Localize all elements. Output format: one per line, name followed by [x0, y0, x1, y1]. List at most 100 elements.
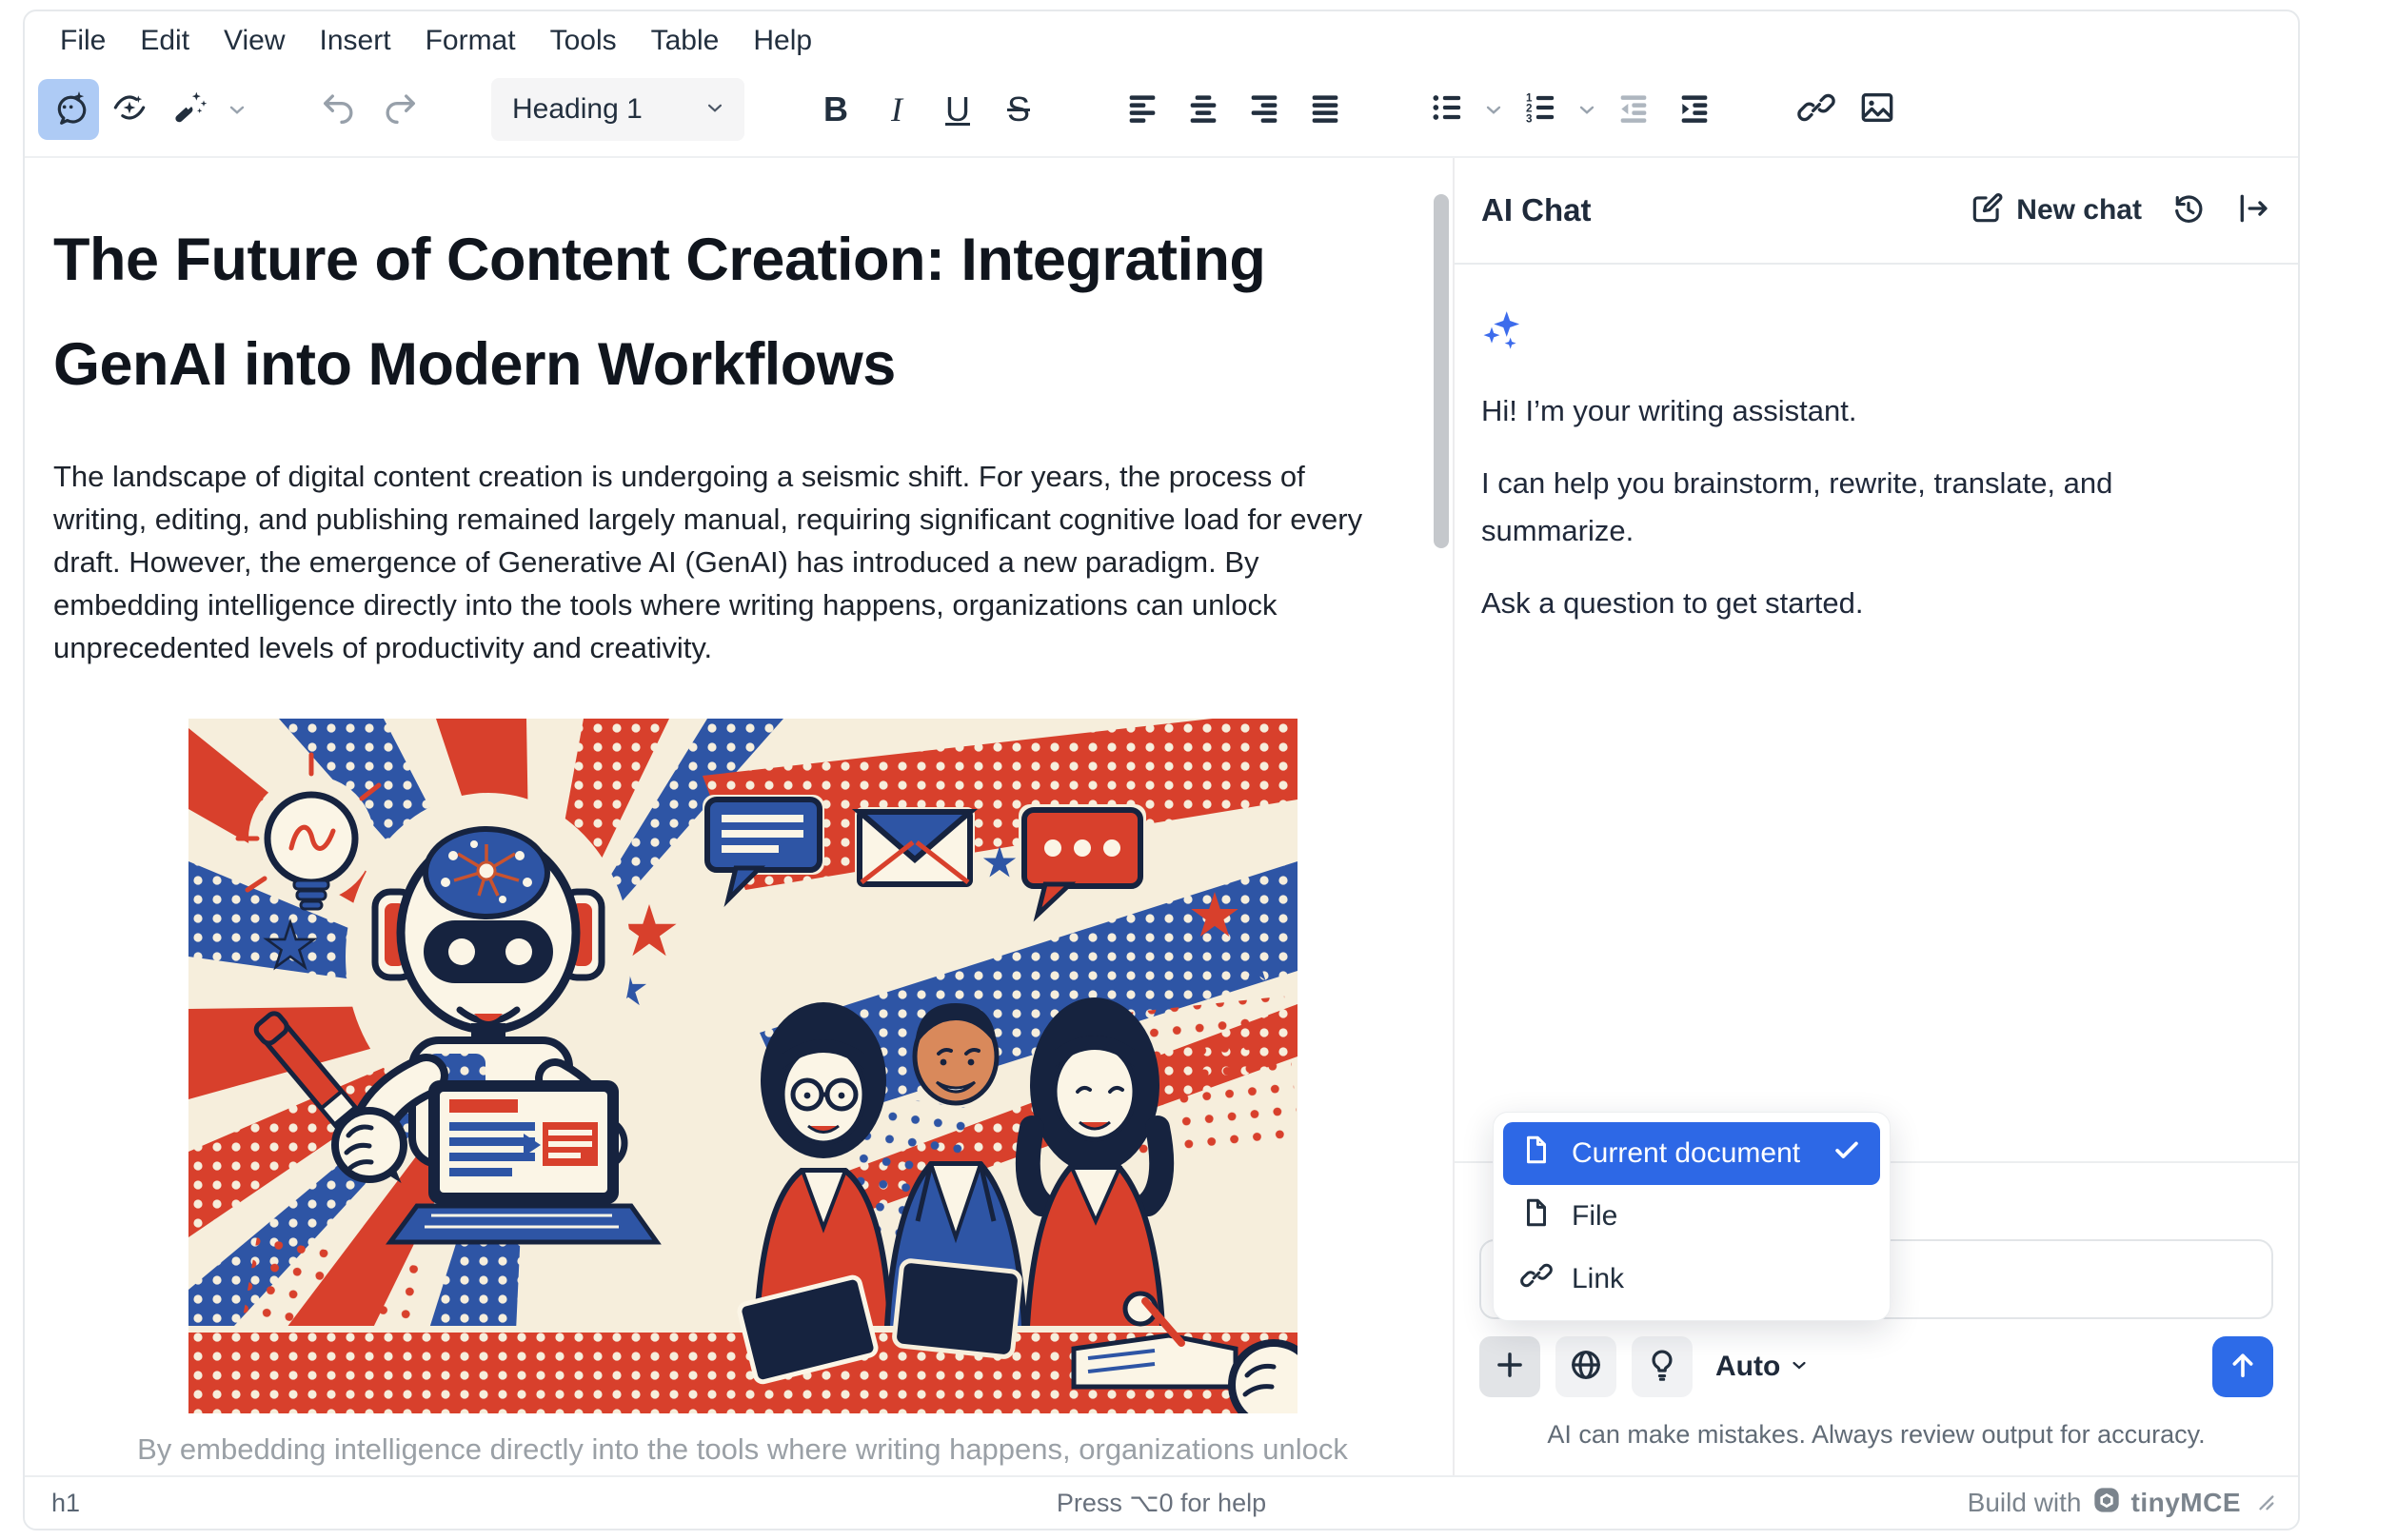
align-center-button[interactable] — [1173, 79, 1234, 140]
new-chat-label: New chat — [2016, 194, 2142, 227]
ai-chat-toggle-button[interactable] — [38, 79, 99, 140]
ai-chat-icon — [50, 89, 88, 131]
context-option-link[interactable]: Link — [1503, 1248, 1880, 1311]
arrow-up-icon — [2226, 1348, 2260, 1387]
check-icon — [1831, 1134, 1863, 1174]
link-button[interactable] — [1786, 79, 1847, 140]
bold-button[interactable]: B — [805, 79, 866, 140]
context-option-file[interactable]: File — [1503, 1185, 1880, 1248]
history-icon — [2170, 190, 2207, 231]
align-justify-button[interactable] — [1295, 79, 1356, 140]
align-justify-icon — [1306, 89, 1344, 131]
ai-sparkle-eye-icon — [110, 89, 149, 131]
indent-button[interactable] — [1664, 79, 1725, 140]
web-search-button[interactable] — [1555, 1336, 1616, 1397]
brand-name: tinyMCE — [2131, 1488, 2242, 1518]
ai-chat-header: AI Chat New chat — [1455, 158, 2298, 265]
statusbar: h1 Press ⌥0 for help Build with tinyMCE — [25, 1475, 2298, 1529]
brand-link[interactable]: Build with tinyMCE — [1968, 1485, 2241, 1522]
chevron-down-icon — [703, 95, 727, 125]
lightbulb-icon — [1644, 1347, 1680, 1388]
new-chat-icon — [1969, 190, 2005, 231]
chat-actions: Auto — [1479, 1336, 2273, 1397]
brand-prefix: Build with — [1968, 1488, 2082, 1518]
block-format-select[interactable]: Heading 1 — [491, 78, 744, 141]
align-left-button[interactable] — [1112, 79, 1173, 140]
image-icon — [1858, 89, 1896, 131]
editor-main: The Future of Content Creation: Integrat… — [25, 156, 2298, 1475]
model-label: Auto — [1715, 1351, 1780, 1383]
ai-chat-title: AI Chat — [1481, 192, 1940, 228]
menu-help[interactable]: Help — [739, 17, 826, 65]
redo-icon — [381, 89, 419, 131]
assistant-message: Hi! I’m your writing assistant. — [1481, 387, 2271, 435]
ai-chat-messages: Hi! I’m your writing assistant. I can he… — [1455, 265, 2298, 627]
bullet-list-menu-chevron[interactable] — [1477, 79, 1510, 140]
menu-table[interactable]: Table — [637, 17, 734, 65]
magic-wand-icon — [171, 89, 209, 131]
file-icon — [1520, 1196, 1553, 1236]
ai-chat-sidebar: AI Chat New chat Hi! I’m your writing as… — [1453, 158, 2298, 1475]
ai-shortcuts-button[interactable] — [99, 79, 160, 140]
magic-wand-button[interactable] — [160, 79, 221, 140]
bullet-list-icon — [1428, 89, 1466, 131]
add-context-menu: Current document File Link — [1493, 1112, 1891, 1321]
send-button[interactable] — [2212, 1336, 2273, 1397]
insert-image-button[interactable] — [1847, 79, 1908, 140]
assistant-message: Ask a question to get started. — [1481, 580, 2271, 627]
tinymce-logo-icon — [2091, 1485, 2122, 1522]
context-option-label: Current document — [1572, 1137, 1800, 1170]
envelope-motif — [855, 807, 975, 889]
chat-history-button[interactable] — [2170, 190, 2207, 231]
menu-edit[interactable]: Edit — [126, 17, 204, 65]
italic-button[interactable]: I — [866, 79, 927, 140]
context-option-label: File — [1572, 1200, 1617, 1233]
document-edit-area[interactable]: The Future of Content Creation: Integrat… — [25, 158, 1432, 1475]
suggestions-button[interactable] — [1632, 1336, 1693, 1397]
strikethrough-button[interactable]: S — [988, 79, 1049, 140]
undo-icon — [320, 89, 358, 131]
toolbar: Heading 1 B I U S 123 — [25, 65, 2298, 154]
close-sidebar-button[interactable] — [2235, 190, 2271, 231]
indent-icon — [1675, 89, 1714, 131]
block-format-label: Heading 1 — [512, 93, 703, 126]
menu-view[interactable]: View — [209, 17, 299, 65]
menu-file[interactable]: File — [46, 17, 120, 65]
bullet-list-button[interactable] — [1416, 79, 1477, 140]
editor-scrollbar[interactable] — [1432, 158, 1453, 1475]
model-select[interactable]: Auto — [1715, 1351, 1811, 1383]
ai-disclaimer: AI can make mistakes. Always review outp… — [1474, 1420, 2279, 1450]
document-paragraph[interactable]: The landscape of digital content creatio… — [53, 455, 1405, 669]
numbered-list-button[interactable]: 123 — [1510, 79, 1571, 140]
document-title[interactable]: The Future of Content Creation: Integrat… — [53, 207, 1405, 417]
numbered-list-menu-chevron[interactable] — [1571, 79, 1603, 140]
resize-handle[interactable] — [2250, 1487, 2277, 1520]
context-option-current-document[interactable]: Current document — [1503, 1122, 1880, 1185]
element-path[interactable]: h1 — [51, 1489, 80, 1518]
new-chat-button[interactable]: New chat — [1969, 190, 2142, 231]
menu-format[interactable]: Format — [411, 17, 530, 65]
outdent-button — [1603, 79, 1664, 140]
magic-wand-menu-chevron[interactable] — [221, 79, 253, 140]
undo-button[interactable] — [308, 79, 369, 140]
menu-tools[interactable]: Tools — [536, 17, 631, 65]
underline-icon: U — [945, 89, 970, 129]
link-icon — [1520, 1259, 1553, 1299]
link-icon — [1797, 89, 1835, 131]
image-caption: By embedding intelligence directly into … — [53, 1427, 1432, 1475]
globe-icon — [1568, 1347, 1604, 1388]
align-right-icon — [1245, 89, 1283, 131]
context-option-label: Link — [1572, 1263, 1624, 1295]
add-context-button[interactable] — [1479, 1336, 1540, 1397]
scrollbar-thumb[interactable] — [1434, 194, 1449, 548]
plus-icon — [1492, 1347, 1528, 1388]
underline-button[interactable]: U — [927, 79, 988, 140]
document-illustration — [188, 719, 1298, 1413]
redo-button[interactable] — [369, 79, 430, 140]
document-figure[interactable]: By embedding intelligence directly into … — [53, 719, 1432, 1475]
menu-insert[interactable]: Insert — [306, 17, 406, 65]
outdent-icon — [1615, 89, 1653, 131]
align-right-button[interactable] — [1234, 79, 1295, 140]
align-left-icon — [1123, 89, 1161, 131]
numbered-list-icon: 123 — [1521, 89, 1559, 131]
